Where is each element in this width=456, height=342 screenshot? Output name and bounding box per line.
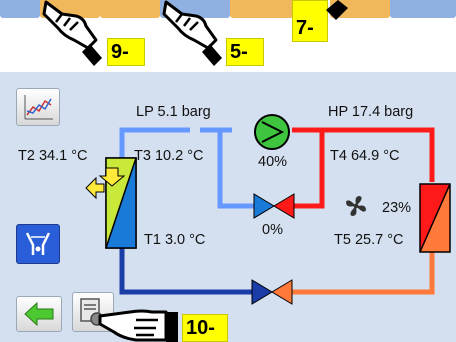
callout-9: 9-	[107, 38, 145, 66]
tank-valve-icon	[25, 232, 51, 255]
pointing-hand-icon	[98, 309, 178, 342]
trend-chart-icon	[24, 95, 53, 120]
refrigeration-panel: LP 5.1 barg HP 17.4 barg T2 34.1 °C T3 1…	[0, 72, 456, 342]
top-tile	[390, 0, 456, 18]
condenser-exchanger	[419, 183, 451, 253]
fan-percent-label: 23%	[382, 200, 412, 216]
back-button[interactable]	[16, 296, 62, 332]
valve-percent-label: 0%	[262, 222, 283, 238]
green-back-arrow-icon	[24, 301, 54, 327]
t4-temperature-label: T4 64.9 °C	[330, 148, 400, 164]
flow-arrow-left-icon	[85, 176, 105, 200]
fan-icon	[346, 196, 366, 216]
t5-temperature-label: T5 25.7 °C	[334, 232, 404, 248]
callout-10: 10-	[182, 314, 228, 342]
top-tile	[230, 0, 300, 18]
top-tile	[0, 0, 40, 18]
compressor-percent-label: 40%	[258, 154, 288, 170]
pointing-hand-icon	[326, 0, 348, 20]
pointing-hand-icon	[42, 0, 102, 66]
hp-pressure-label: HP 17.4 barg	[328, 104, 414, 120]
t2-temperature-label: T2 34.1 °C	[18, 148, 88, 164]
callout-5: 5-	[226, 38, 264, 66]
pointing-hand-icon	[162, 0, 222, 66]
expansion-valve	[253, 193, 295, 219]
t3-temperature-label: T3 10.2 °C	[134, 148, 204, 164]
bottom-valve	[251, 279, 293, 305]
lp-pressure-label: LP 5.1 barg	[136, 104, 211, 120]
t1-temperature-label: T1 3.0 °C	[144, 232, 206, 248]
tank-valve-button[interactable]	[16, 224, 60, 264]
compressor	[254, 114, 290, 150]
trend-chart-button[interactable]	[16, 88, 60, 126]
callout-7: 7-	[292, 0, 328, 42]
